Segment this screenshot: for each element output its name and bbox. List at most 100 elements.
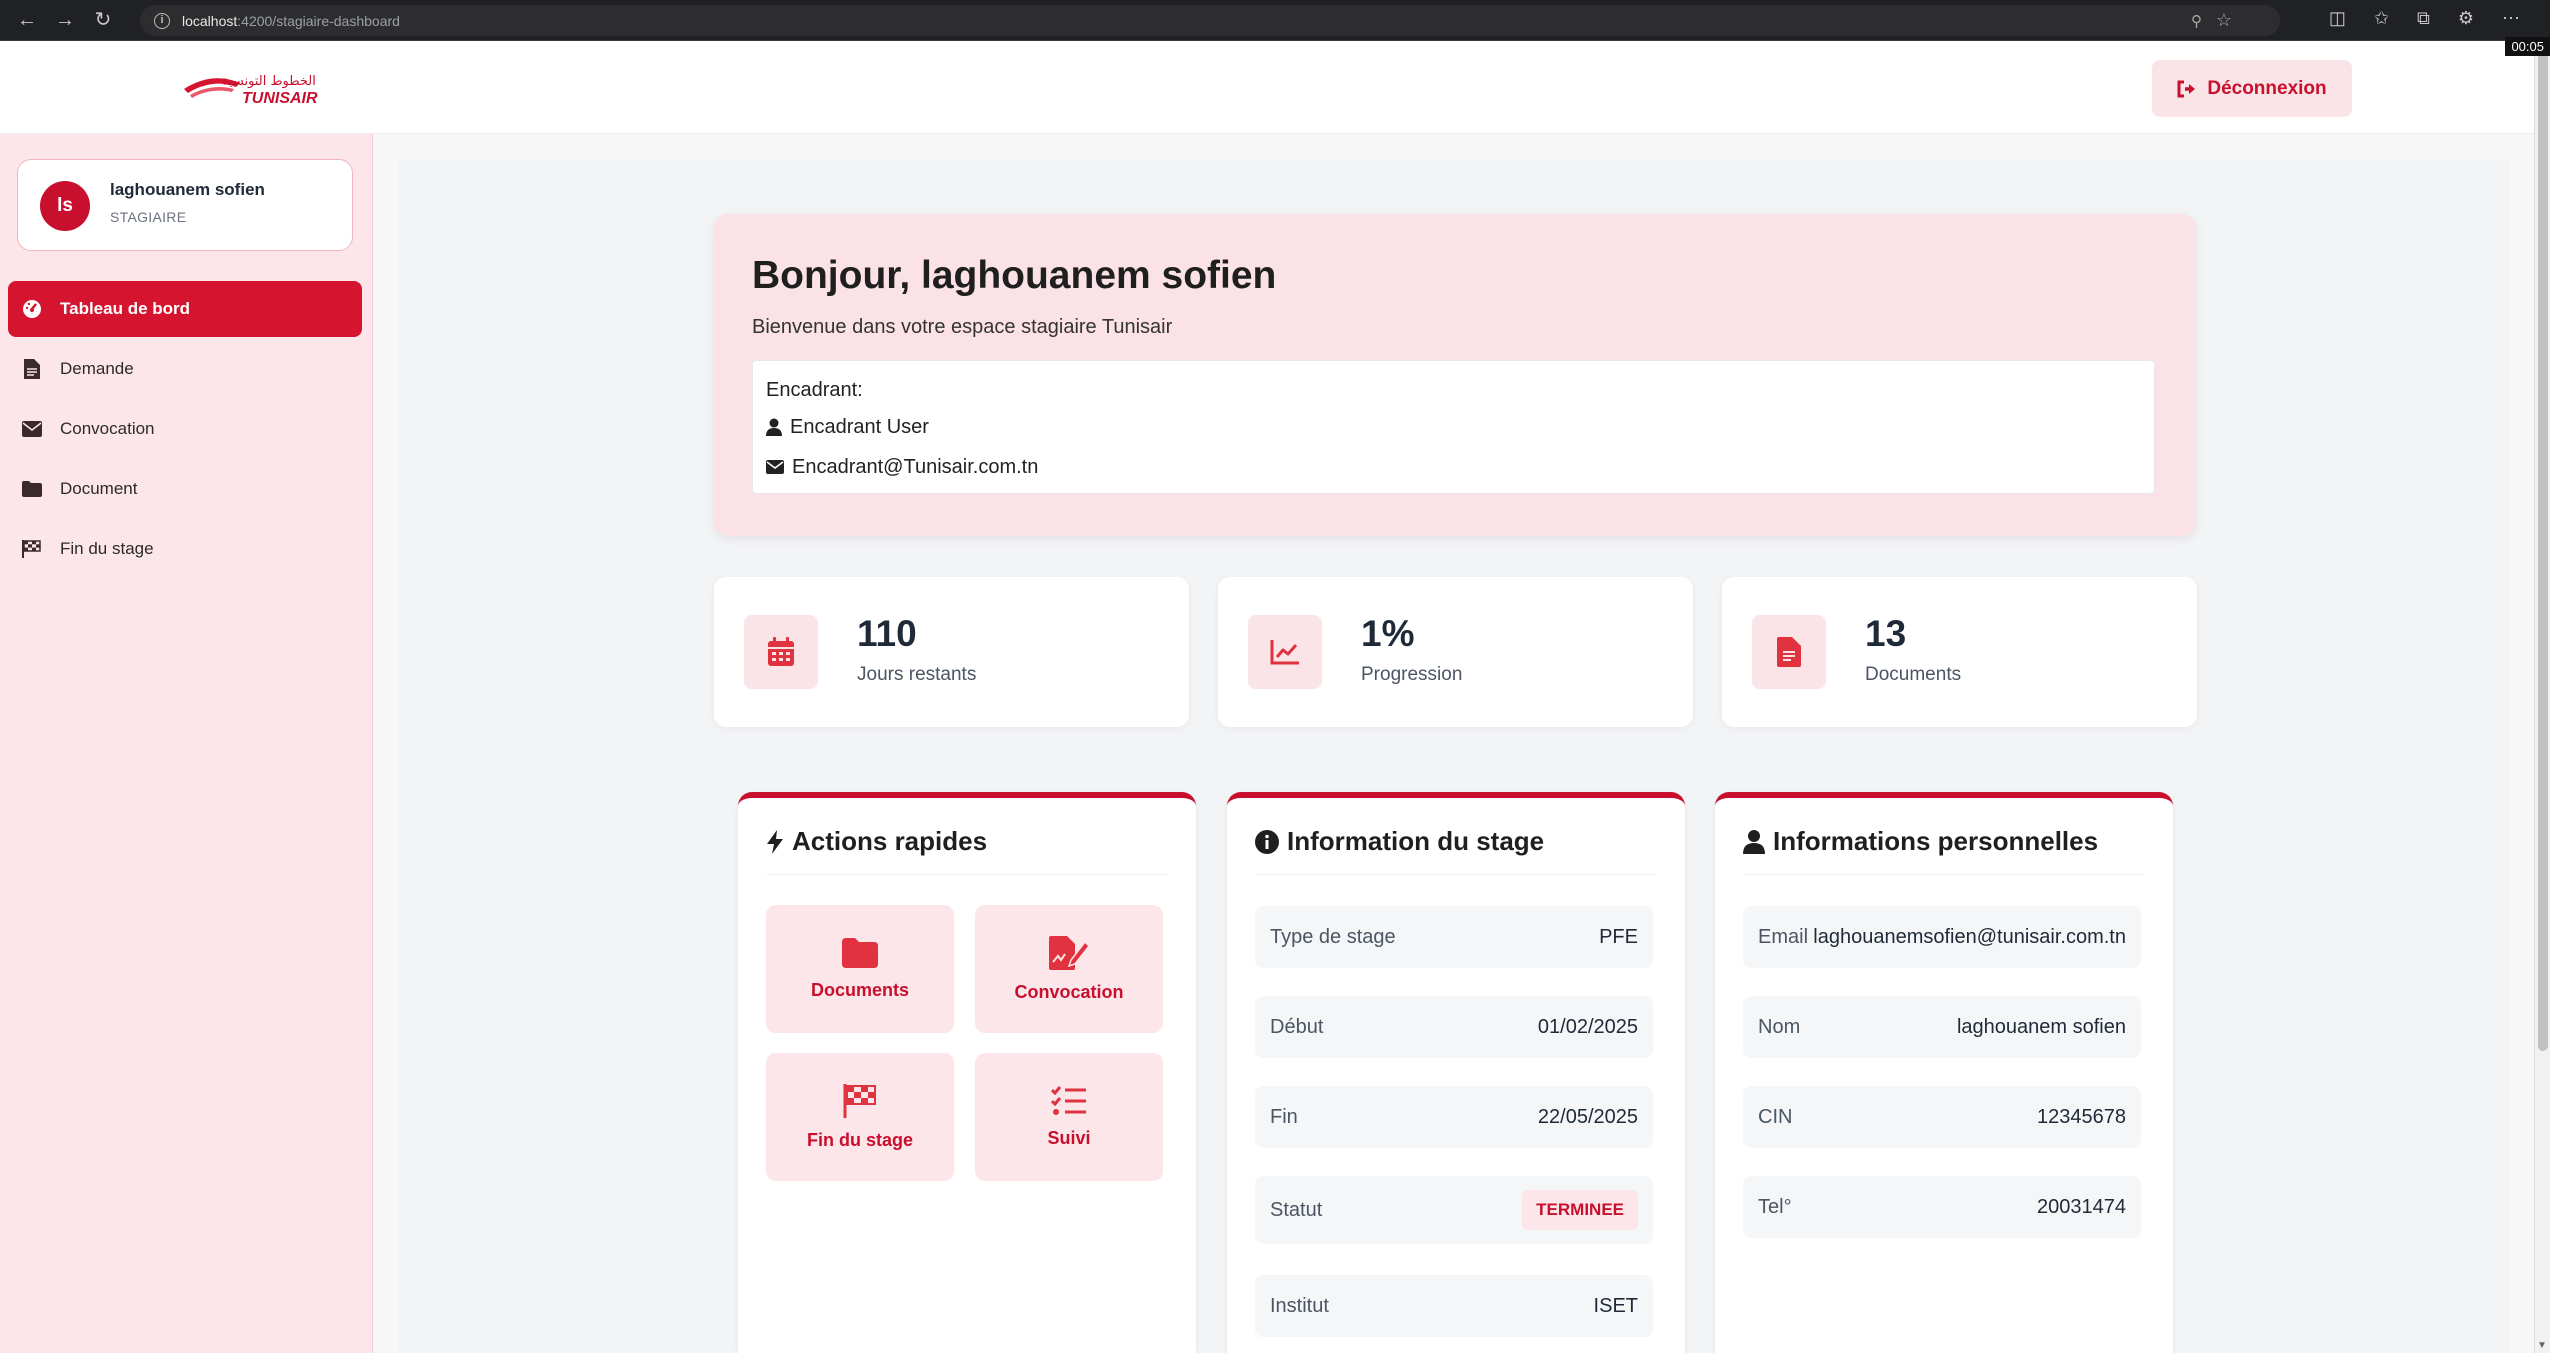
- card-title: Informations personnelles: [1743, 826, 2098, 857]
- sidebar-item-convocation[interactable]: Convocation: [8, 401, 362, 457]
- sidebar-item-fin-du-stage[interactable]: Fin du stage: [8, 521, 362, 577]
- favorites-icon[interactable]: ✩: [2374, 8, 2389, 29]
- stat-value: 13: [1865, 613, 1907, 654]
- stat-card-documents: 13 Documents: [1722, 577, 2197, 727]
- info-key: Début: [1270, 1015, 1324, 1038]
- info-value: 22/05/2025: [1537, 1105, 1638, 1128]
- quick-action-fin-du-stage[interactable]: Fin du stage: [766, 1053, 954, 1181]
- logout-label: Déconnexion: [2207, 77, 2327, 99]
- envelope-icon: [22, 419, 42, 439]
- encadrant-box: Encadrant: Encadrant User Encadrant@Tuni…: [752, 360, 2155, 494]
- personal-info-card: Informations personnelles Email laghouane…: [1715, 792, 2173, 1353]
- info-key: Type de stage: [1270, 925, 1396, 948]
- info-value: laghouanem sofien: [1956, 1015, 2126, 1038]
- encadrant-email[interactable]: Encadrant@Tunisair.com.tn: [792, 456, 1038, 479]
- calendar-icon: [744, 615, 818, 689]
- quick-actions-card: Actions rapides Documents Convocation Fi…: [738, 792, 1196, 1353]
- welcome-subtitle: Bienvenue dans votre espace stagiaire Tu…: [752, 316, 1173, 338]
- folder-icon: [22, 479, 42, 499]
- document-icon: [1752, 615, 1826, 689]
- info-row-type: Type de stage PFE: [1255, 906, 1653, 968]
- page-scrollbar[interactable]: ▲ ▼: [2534, 41, 2550, 1353]
- stage-info-card: Information du stage Type de stage PFE Dé…: [1227, 792, 1685, 1353]
- quick-action-label: Suivi: [1047, 1127, 1091, 1148]
- zoom-icon[interactable]: ⚲: [2191, 12, 2202, 30]
- user-name: laghouanem sofien: [110, 180, 265, 199]
- address-bar[interactable]: i localhost:4200/stagiaire-dashboard ⚲ ☆: [140, 5, 2280, 36]
- info-row-nom: Nom laghouanem sofien: [1743, 996, 2141, 1058]
- info-key: Email: [1758, 925, 1809, 948]
- stat-label: Progression: [1361, 664, 1463, 685]
- bookmark-star-icon[interactable]: ☆: [2216, 10, 2232, 31]
- sidebar-item-label: Demande: [60, 359, 134, 378]
- reload-icon[interactable]: ↻: [92, 9, 114, 31]
- quick-action-label: Fin du stage: [806, 1129, 913, 1150]
- info-key: CIN: [1758, 1105, 1793, 1128]
- folder-icon: [842, 937, 878, 968]
- quick-action-convocation[interactable]: Convocation: [975, 905, 1163, 1033]
- info-row-cin: CIN 12345678: [1743, 1086, 2141, 1148]
- scrollbar-thumb[interactable]: [2538, 51, 2548, 1051]
- timer-overlay: 00:05: [2505, 37, 2550, 56]
- sidebar-item-label: Convocation: [60, 419, 155, 438]
- user-card: ls laghouanem sofien STAGIAIRE: [17, 159, 353, 251]
- envelope-icon: [766, 460, 784, 474]
- quick-action-label: Convocation: [1014, 981, 1124, 1002]
- collections-icon[interactable]: ⧉: [2417, 8, 2430, 29]
- info-value: 01/02/2025: [1537, 1015, 1638, 1038]
- stat-label: Jours restants: [857, 664, 977, 685]
- info-key: Statut: [1270, 1198, 1323, 1221]
- avatar: ls: [40, 181, 90, 231]
- stat-value: 110: [857, 613, 917, 654]
- chart-line-icon: [1248, 615, 1322, 689]
- info-row-statut: Statut TERMINEE: [1255, 1176, 1653, 1244]
- sidebar: ls laghouanem sofien STAGIAIRE Tableau d…: [0, 134, 373, 1353]
- divider: [1255, 874, 1657, 875]
- status-badge: TERMINEE: [1522, 1190, 1638, 1230]
- extensions-icon[interactable]: ⚙: [2458, 8, 2474, 29]
- task-list-icon: [1051, 1085, 1086, 1115]
- svg-text:TUNISAIR: TUNISAIR: [242, 90, 318, 107]
- split-screen-icon[interactable]: ◫: [2329, 8, 2346, 29]
- stat-value: 1%: [1361, 613, 1415, 654]
- divider: [1743, 874, 2145, 875]
- sidebar-item-label: Document: [60, 479, 138, 498]
- url-text: localhost:4200/stagiaire-dashboard: [182, 12, 400, 29]
- info-value: 12345678: [2037, 1105, 2126, 1128]
- info-row-debut: Début 01/02/2025: [1255, 996, 1653, 1058]
- forward-icon[interactable]: →: [54, 9, 76, 31]
- signature-icon: [1049, 935, 1089, 970]
- divider: [766, 874, 1168, 875]
- info-key: Institut: [1270, 1294, 1329, 1317]
- svg-text:الخطوط التونسية: الخطوط التونسية: [222, 74, 316, 89]
- info-row-institut: Institut ISET: [1255, 1275, 1653, 1337]
- file-icon: [22, 359, 42, 379]
- sign-out-icon: [2177, 80, 2196, 97]
- more-icon[interactable]: ⋯: [2502, 8, 2520, 29]
- site-info-icon[interactable]: i: [154, 12, 170, 29]
- sidebar-item-document[interactable]: Document: [8, 461, 362, 517]
- sidebar-menu: Tableau de bord Demande Convocation Docu…: [8, 281, 362, 581]
- info-row-tel: Tel° 20031474: [1743, 1176, 2141, 1238]
- info-value: PFE: [1599, 925, 1638, 948]
- browser-toolbar: ← → ↻ i localhost:4200/stagiaire-dashboa…: [0, 0, 2550, 41]
- logout-button[interactable]: Déconnexion: [2152, 60, 2352, 117]
- bolt-icon: [767, 829, 783, 854]
- encadrant-label: Encadrant:: [766, 378, 863, 401]
- info-value: ISET: [1593, 1294, 1638, 1317]
- info-value: 20031474: [2037, 1195, 2126, 1218]
- back-icon[interactable]: ←: [16, 9, 38, 31]
- info-key: Tel°: [1758, 1195, 1792, 1218]
- stat-label: Documents: [1865, 664, 1962, 685]
- info-circle-icon: [1255, 829, 1279, 854]
- quick-action-documents[interactable]: Documents: [766, 905, 954, 1033]
- checkered-flag-icon: [843, 1083, 876, 1118]
- quick-action-suivi[interactable]: Suivi: [975, 1053, 1163, 1181]
- sidebar-item-demande[interactable]: Demande: [8, 341, 362, 397]
- user-icon: [766, 418, 782, 436]
- tunisair-logo[interactable]: الخطوط التونسية TUNISAIR: [182, 69, 342, 107]
- dashboard-icon: [22, 299, 42, 319]
- scroll-down-icon[interactable]: ▼: [2537, 1340, 2547, 1351]
- info-row-fin: Fin 22/05/2025: [1255, 1086, 1653, 1148]
- sidebar-item-tableau-de-bord[interactable]: Tableau de bord: [8, 281, 362, 337]
